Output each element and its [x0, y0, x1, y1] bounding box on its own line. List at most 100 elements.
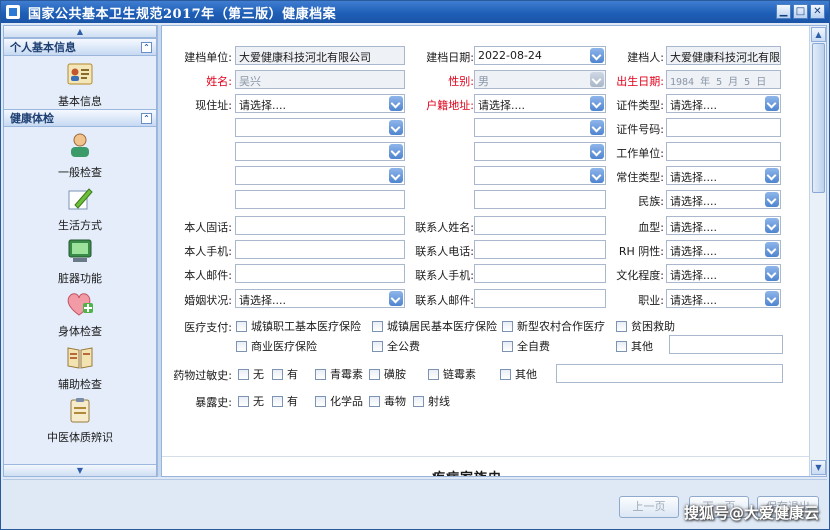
chevron-down-icon[interactable]: [590, 144, 604, 159]
hukou-detail-field[interactable]: [474, 190, 606, 209]
checkbox[interactable]: [236, 320, 247, 332]
hukou-province-select[interactable]: 请选择....: [474, 94, 606, 113]
checkbox[interactable]: [428, 368, 439, 380]
checkbox[interactable]: [238, 368, 249, 380]
checkbox[interactable]: [369, 368, 380, 380]
allergy-other-field[interactable]: [556, 364, 783, 383]
pay-option-7[interactable]: 其他: [616, 338, 653, 354]
chevron-down-icon[interactable]: [389, 291, 403, 306]
work-unit-field[interactable]: [666, 142, 781, 161]
group-header-exam[interactable]: 健康体检 ⌃: [4, 109, 156, 127]
checkbox[interactable]: [502, 320, 513, 332]
exposure-option-3[interactable]: 毒物: [369, 393, 406, 409]
chevron-down-icon[interactable]: [389, 96, 403, 111]
phone-field[interactable]: [235, 216, 405, 235]
checkbox[interactable]: [236, 340, 247, 352]
pay-option-2[interactable]: 新型农村合作医疗: [502, 318, 605, 334]
chevron-down-icon[interactable]: [765, 242, 779, 257]
chevron-down-icon[interactable]: [765, 168, 779, 183]
chevron-down-icon[interactable]: [765, 266, 779, 281]
hukou-county-select[interactable]: [474, 142, 606, 161]
address-town-select[interactable]: [235, 166, 405, 185]
allergy-option-4[interactable]: 链霉素: [428, 366, 476, 382]
birth-date-field[interactable]: 1984 年 5 月 5 日: [666, 70, 781, 89]
pay-option-6[interactable]: 全自费: [502, 338, 550, 354]
chevron-down-icon[interactable]: [590, 48, 604, 63]
contact-name-field[interactable]: [474, 216, 606, 235]
checkbox[interactable]: [272, 395, 283, 407]
minimize-button[interactable]: ▁: [776, 4, 791, 19]
checkbox[interactable]: [238, 395, 249, 407]
pay-option-1[interactable]: 城镇居民基本医疗保险: [372, 318, 497, 334]
gender-select[interactable]: 男: [474, 70, 606, 89]
pay-option-5[interactable]: 全公费: [372, 338, 420, 354]
checkbox[interactable]: [616, 340, 627, 352]
name-field[interactable]: 吴兴: [235, 70, 405, 89]
id-type-select[interactable]: 请选择....: [666, 94, 781, 113]
pay-option-3[interactable]: 贫困救助: [616, 318, 675, 334]
sidebar-item-physical-exam[interactable]: 身体检查: [4, 286, 156, 339]
rh-select[interactable]: 请选择....: [666, 240, 781, 259]
chevron-down-icon[interactable]: [389, 120, 403, 135]
scroll-thumb[interactable]: [812, 43, 825, 193]
collapse-icon[interactable]: ⌃: [141, 41, 152, 53]
residence-type-select[interactable]: 请选择....: [666, 166, 781, 185]
allergy-option-5[interactable]: 其他: [500, 366, 537, 382]
checkbox[interactable]: [315, 368, 326, 380]
sidebar-scroll-down[interactable]: ▼: [4, 464, 156, 476]
close-button[interactable]: ✕: [810, 4, 825, 19]
checkbox[interactable]: [413, 395, 424, 407]
chevron-down-icon[interactable]: [389, 144, 403, 159]
pay-other-field[interactable]: [669, 335, 783, 354]
checkbox[interactable]: [272, 368, 283, 380]
checkbox[interactable]: [500, 368, 511, 380]
exposure-option-2[interactable]: 化学品: [315, 393, 363, 409]
marital-select[interactable]: 请选择....: [235, 289, 405, 308]
contact-mobile-field[interactable]: [474, 264, 606, 283]
prev-page-button[interactable]: 上一页: [619, 496, 679, 518]
education-select[interactable]: 请选择....: [666, 264, 781, 283]
sidebar-item-auxiliary-exam[interactable]: 辅助检查: [4, 339, 156, 392]
checkbox[interactable]: [502, 340, 513, 352]
hukou-city-select[interactable]: [474, 118, 606, 137]
sidebar-item-basic-info[interactable]: 基本信息: [4, 56, 156, 109]
group-header-basic[interactable]: 个人基本信息 ⌃: [4, 38, 156, 56]
address-detail-field[interactable]: [235, 190, 405, 209]
chevron-down-icon[interactable]: [765, 192, 779, 207]
build-date-picker[interactable]: 2022-08-24: [474, 46, 606, 65]
pay-option-4[interactable]: 商业医疗保险: [236, 338, 317, 354]
allergy-option-0[interactable]: 无: [238, 366, 264, 382]
mobile-field[interactable]: [235, 240, 405, 259]
ethnic-select[interactable]: 请选择....: [666, 190, 781, 209]
chevron-down-icon[interactable]: [389, 168, 403, 183]
checkbox[interactable]: [372, 320, 383, 332]
build-unit-field[interactable]: 大爱健康科技河北有限公司: [235, 46, 405, 65]
collapse-icon[interactable]: ⌃: [141, 112, 152, 124]
checkbox[interactable]: [315, 395, 326, 407]
address-province-select[interactable]: 请选择....: [235, 94, 405, 113]
chevron-down-icon[interactable]: [590, 120, 604, 135]
exposure-option-0[interactable]: 无: [238, 393, 264, 409]
sidebar-item-general-check[interactable]: 一般检查: [4, 127, 156, 180]
sidebar-item-lifestyle[interactable]: 生活方式: [4, 180, 156, 233]
chevron-down-icon[interactable]: [765, 218, 779, 233]
sidebar-item-organ-function[interactable]: 脏器功能: [4, 233, 156, 286]
sidebar-scroll-up[interactable]: ▲: [4, 26, 156, 38]
chevron-down-icon[interactable]: [590, 72, 604, 87]
allergy-option-1[interactable]: 有: [272, 366, 298, 382]
address-city-select[interactable]: [235, 118, 405, 137]
allergy-option-3[interactable]: 磺胺: [369, 366, 406, 382]
scroll-down-icon[interactable]: ▼: [811, 460, 826, 475]
chevron-down-icon[interactable]: [590, 168, 604, 183]
hukou-town-select[interactable]: [474, 166, 606, 185]
contact-email-field[interactable]: [474, 289, 606, 308]
checkbox[interactable]: [616, 320, 627, 332]
job-select[interactable]: 请选择....: [666, 289, 781, 308]
allergy-option-2[interactable]: 青霉素: [315, 366, 363, 382]
chevron-down-icon[interactable]: [765, 291, 779, 306]
maximize-button[interactable]: □: [793, 4, 808, 19]
blood-type-select[interactable]: 请选择....: [666, 216, 781, 235]
checkbox[interactable]: [372, 340, 383, 352]
address-county-select[interactable]: [235, 142, 405, 161]
id-number-field[interactable]: [666, 118, 781, 137]
